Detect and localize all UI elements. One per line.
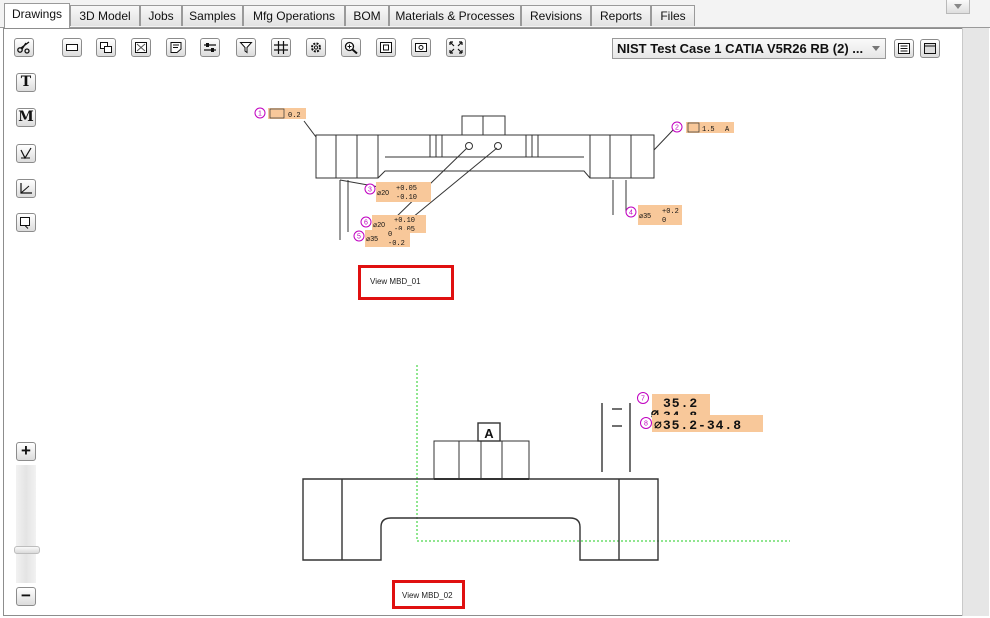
callout-4: 4 ⌀35 +0.2 0 [625, 205, 682, 225]
svg-text:1: 1 [258, 111, 262, 118]
svg-text:2: 2 [675, 125, 679, 132]
callout-5: 5 ⌀35 0 -0.2 [353, 230, 410, 248]
view1-label[interactable]: View MBD_01 [370, 277, 421, 286]
svg-text:0: 0 [662, 217, 666, 225]
svg-text:0: 0 [388, 231, 392, 239]
view2-label[interactable]: View MBD_02 [402, 591, 453, 600]
datum-a-label: A [484, 426, 494, 441]
svg-text:8: 8 [644, 421, 648, 428]
svg-text:⌀20: ⌀20 [377, 190, 389, 197]
svg-text:+0.2: +0.2 [662, 208, 679, 216]
view2-center-lines [416, 365, 790, 542]
callout-1: 1 0.2 [254, 107, 306, 120]
svg-text:6: 6 [364, 220, 368, 227]
svg-text:⌀35: ⌀35 [639, 213, 651, 220]
svg-text:⌀35.2-34.8: ⌀35.2-34.8 [654, 418, 742, 433]
svg-text:7: 7 [641, 396, 645, 403]
view2-part [302, 403, 659, 561]
view1-part [303, 115, 675, 240]
svg-text:-0.10: -0.10 [396, 194, 417, 202]
svg-text:4: 4 [629, 210, 633, 217]
drawing-canvas[interactable]: 1 0.2 2 1.5 A 3 ⌀20 +0.05 -0.10 4 ⌀35 +0… [0, 0, 990, 618]
svg-text:⌀35: ⌀35 [366, 236, 378, 243]
svg-text:+0.10: +0.10 [394, 217, 415, 225]
svg-text:+0.05: +0.05 [396, 185, 417, 193]
svg-text:0.2: 0.2 [288, 112, 301, 120]
callout-2: 2 1.5 A [671, 121, 734, 134]
callout-8: 8 ⌀35.2-34.8 [640, 415, 763, 433]
svg-text:1.5: 1.5 [702, 126, 715, 134]
svg-text:3: 3 [368, 187, 372, 194]
tab-drawings[interactable]: Drawings [4, 3, 70, 28]
svg-text:⌀20: ⌀20 [373, 222, 385, 229]
svg-text:5: 5 [357, 234, 361, 241]
callout-3: 3 ⌀20 +0.05 -0.10 [364, 182, 431, 202]
svg-text:-0.2: -0.2 [388, 240, 405, 248]
